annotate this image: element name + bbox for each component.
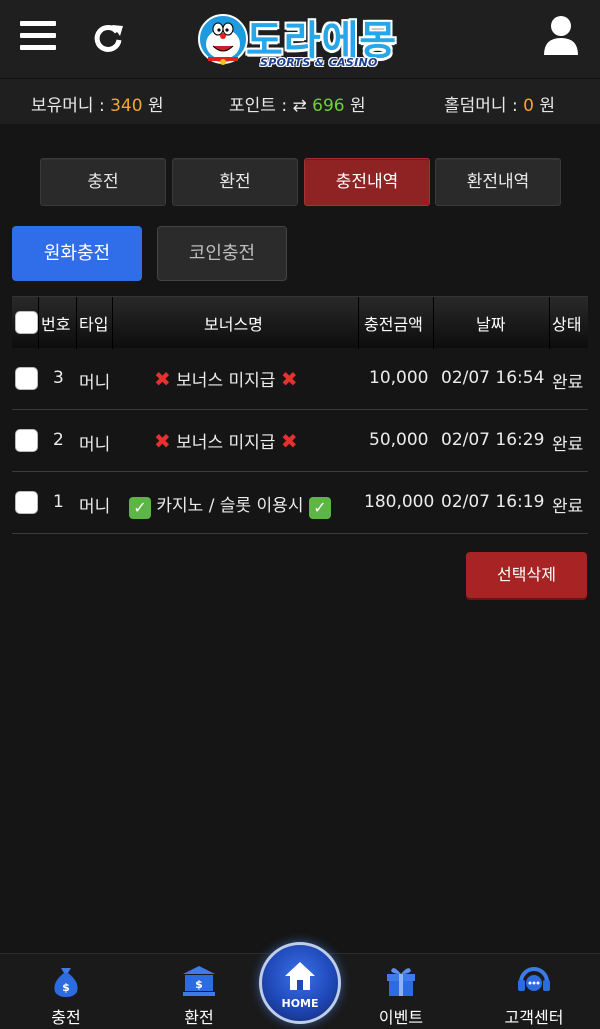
svg-text:$: $ [62, 981, 70, 994]
swap-icon: ⇄ [292, 96, 307, 116]
row-date: 02/07 16:19 [441, 492, 545, 512]
site-logo[interactable]: 도라에몽 SPORTS & CASINO [196, 6, 406, 74]
table-row: 3 머니 ✖ 보너스 미지급 ✖ 10,000 02/07 16:54 완료 [12, 348, 588, 410]
refresh-icon[interactable] [90, 20, 126, 56]
row-no: 1 [53, 492, 64, 512]
balance-bar: 보유머니 : 340 원 포인트 : ⇄ 696 원 홀덤머니 : 0 원 [0, 78, 600, 124]
row-status: 완료 [552, 435, 584, 455]
row-status: 완료 [552, 497, 584, 517]
tab-withdraw-history[interactable]: 환전내역 [435, 158, 561, 206]
delete-selected-button[interactable]: 선택삭제 [466, 552, 587, 598]
top-bar: 도라에몽 SPORTS & CASINO [0, 0, 600, 78]
row-date: 02/07 16:54 [441, 368, 545, 388]
nav-withdraw-label: 환전 [184, 1008, 214, 1027]
holdem-value: 0 [523, 96, 534, 116]
menu-icon[interactable] [20, 21, 56, 53]
subtab-krw-deposit[interactable]: 원화충전 [12, 226, 142, 281]
home-icon [285, 962, 315, 990]
user-icon[interactable] [542, 14, 580, 56]
money-bag-icon: $ [54, 968, 78, 997]
subtab-coin-deposit[interactable]: 코인충전 [157, 226, 287, 281]
headset-icon [518, 967, 550, 991]
header-type: 타입 [79, 315, 109, 334]
nav-support[interactable]: 고객센터 [484, 954, 584, 1029]
tab-withdraw[interactable]: 환전 [172, 158, 298, 206]
select-all-checkbox[interactable] [15, 311, 38, 334]
doraemon-icon [198, 14, 248, 65]
money-balance: 보유머니 : 340 원 [31, 96, 164, 116]
row-no: 3 [53, 368, 64, 388]
row-type: 머니 [79, 435, 111, 455]
tab-deposit[interactable]: 충전 [40, 158, 166, 206]
home-label: HOME [281, 997, 319, 1010]
bank-icon: $ [183, 966, 215, 996]
row-bonus: ✓ 카지노 / 슬롯 이용시 ✓ [129, 491, 331, 519]
cross-icon: ✖ [154, 367, 171, 391]
row-no: 2 [53, 430, 64, 450]
svg-text:$: $ [195, 978, 203, 991]
header-amount: 충전금액 [364, 315, 423, 334]
row-status: 완료 [552, 373, 584, 393]
nav-deposit[interactable]: $ 충전 [16, 954, 116, 1029]
cross-icon: ✖ [280, 429, 298, 453]
row-amount: 50,000 [369, 430, 429, 450]
cross-icon: ✖ [154, 429, 171, 453]
cross-icon: ✖ [280, 367, 298, 391]
row-date: 02/07 16:29 [441, 430, 545, 450]
row-type: 머니 [79, 373, 111, 393]
nav-support-label: 고객센터 [504, 1008, 564, 1027]
gift-icon [387, 968, 415, 996]
row-type: 머니 [79, 497, 111, 517]
table-row: 2 머니 ✖ 보너스 미지급 ✖ 50,000 02/07 16:29 완료 [12, 410, 588, 472]
logo-subtitle: SPORTS & CASINO [260, 56, 378, 69]
nav-withdraw[interactable]: $ 환전 [149, 954, 249, 1029]
check-icon: ✓ [308, 497, 331, 519]
row-bonus: ✖ 보너스 미지급 ✖ [154, 429, 298, 453]
holdem-balance: 홀덤머니 : 0 원 [444, 96, 555, 116]
nav-event-label: 이벤트 [378, 1008, 424, 1027]
header-status: 상태 [552, 315, 582, 334]
header-bonus: 보너스명 [204, 315, 263, 334]
row-checkbox[interactable] [15, 367, 38, 390]
money-value: 340 [110, 96, 143, 116]
row-checkbox[interactable] [15, 429, 38, 452]
header-no: 번호 [41, 315, 71, 334]
nav-event[interactable]: 이벤트 [351, 954, 451, 1029]
tab-deposit-history[interactable]: 충전내역 [304, 158, 430, 206]
row-checkbox[interactable] [15, 491, 38, 514]
header-date: 날짜 [476, 315, 506, 334]
row-amount: 180,000 [364, 492, 435, 512]
check-icon: ✓ [129, 497, 151, 519]
point-balance: 포인트 : ⇄ 696 원 [229, 96, 366, 116]
nav-deposit-label: 충전 [51, 1008, 81, 1027]
row-amount: 10,000 [369, 368, 429, 388]
home-button[interactable]: HOME [259, 942, 341, 1024]
point-value: 696 [312, 96, 345, 116]
table-header: 번호 타입 보너스명 충전금액 날짜 상태 [12, 296, 588, 349]
row-bonus: ✖ 보너스 미지급 ✖ [154, 367, 298, 391]
table-row: 1 머니 ✓ 카지노 / 슬롯 이용시 ✓ 180,000 02/07 16:1… [12, 472, 588, 534]
